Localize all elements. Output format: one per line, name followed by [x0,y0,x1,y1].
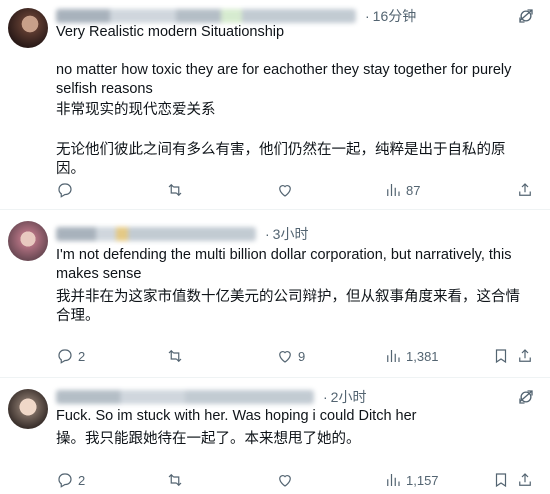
tweet-line: Fuck. So im stuck with her. Was hoping i… [56,408,417,424]
reply-icon [58,473,72,488]
reply-button[interactable]: 2 [56,470,85,490]
retweet-icon [168,473,182,487]
tweet-text: Very Realistic modern Situationship [56,23,526,42]
heart-icon [279,475,291,487]
like-count: 9 [298,348,306,364]
tweet-text: I'm not defending the multi billion doll… [56,246,526,284]
reply-button[interactable]: 2 [56,346,85,366]
action-bar: 2 9 1,381 [56,346,534,366]
bookmark-icon [495,473,507,488]
reply-tweet[interactable]: · 16分钟 Very Realistic modern Situationsh… [0,0,550,210]
tweet-line: 我并非在为这家市值数十亿美元的公司辩护，但从叙事角度来看，这合情合理。 [56,289,520,324]
heart-icon [279,351,291,363]
reply-tweet[interactable]: · 3小时 I'm not defending the multi billio… [0,209,550,378]
view-count: 1,157 [406,472,439,488]
views-icon [387,350,400,362]
tweet-line: 无论他们彼此之间有多么有害，他们仍然在一起，纯粹是出于自私的原因。 [56,142,506,177]
tweet-text: 操。我只能跟她待在一起了。本来想甩了她的。 [56,430,526,449]
reply-count: 2 [78,472,86,488]
reply-button[interactable] [56,180,78,200]
views-button[interactable]: 87 [384,180,420,200]
retweet-icon [168,349,182,363]
tweet-header: · 3小时 [56,224,308,244]
author-name-redacted[interactable] [56,9,356,23]
tweet-line: no matter how toxic they are for eachoth… [56,62,512,97]
views-icon [387,184,400,196]
grok-icon[interactable] [516,387,536,407]
reply-icon [58,183,72,198]
tweet-line: 操。我只能跟她待在一起了。本来想甩了她的。 [56,431,361,447]
share-button[interactable] [516,346,534,366]
tweet-line: 非常现实的现代恋爱关系 [56,102,216,118]
author-name-redacted[interactable] [56,227,256,241]
tweet-text: 我并非在为这家市值数十亿美元的公司辩护，但从叙事角度来看，这合情合理。 [56,288,526,326]
share-icon [519,349,531,362]
share-button[interactable] [516,470,534,490]
avatar[interactable] [8,389,48,429]
views-button[interactable]: 1,381 [384,346,439,366]
action-bar: 2 1,157 [56,470,534,490]
reply-tweet[interactable]: · 2小时 Fuck. So im stuck with her. Was ho… [0,377,550,494]
avatar[interactable] [8,221,48,261]
reply-feed: · 16分钟 Very Realistic modern Situationsh… [0,0,550,494]
timestamp[interactable]: 2小时 [331,387,367,407]
tweet-text: 无论他们彼此之间有多么有害，他们仍然在一起，纯粹是出于自私的原因。 [56,141,526,179]
share-icon [519,183,531,196]
like-button[interactable] [276,470,298,490]
separator-dot: · [365,8,370,24]
tweet-line: I'm not defending the multi billion doll… [56,247,512,282]
tweet-line: Very Realistic modern Situationship [56,24,285,40]
tweet-text: no matter how toxic they are for eachoth… [56,61,526,99]
bookmark-button[interactable] [492,346,510,366]
retweet-button[interactable] [166,180,188,200]
retweet-icon [168,183,182,197]
like-button[interactable]: 9 [276,346,305,366]
retweet-button[interactable] [166,470,188,490]
view-count: 1,381 [406,348,439,364]
retweet-button[interactable] [166,346,188,366]
views-icon [387,474,400,486]
views-button[interactable]: 1,157 [384,470,439,490]
share-icon [519,473,531,486]
share-button[interactable] [516,180,534,200]
author-name-redacted[interactable] [56,390,314,404]
action-bar: 87 [56,180,534,200]
tweet-text: 非常现实的现代恋爱关系 [56,101,526,120]
view-count: 87 [406,182,421,198]
heart-icon [279,185,291,197]
tweet-text: Fuck. So im stuck with her. Was hoping i… [56,407,526,426]
bookmark-icon [495,349,507,364]
bookmark-button[interactable] [492,470,510,490]
like-button[interactable] [276,180,298,200]
reply-count: 2 [78,348,86,364]
tweet-header: · 2小时 [56,387,366,407]
separator-dot: · [323,389,328,405]
avatar[interactable] [8,8,48,48]
timestamp[interactable]: 3小时 [273,224,309,244]
reply-icon [58,349,72,364]
separator-dot: · [265,226,270,242]
